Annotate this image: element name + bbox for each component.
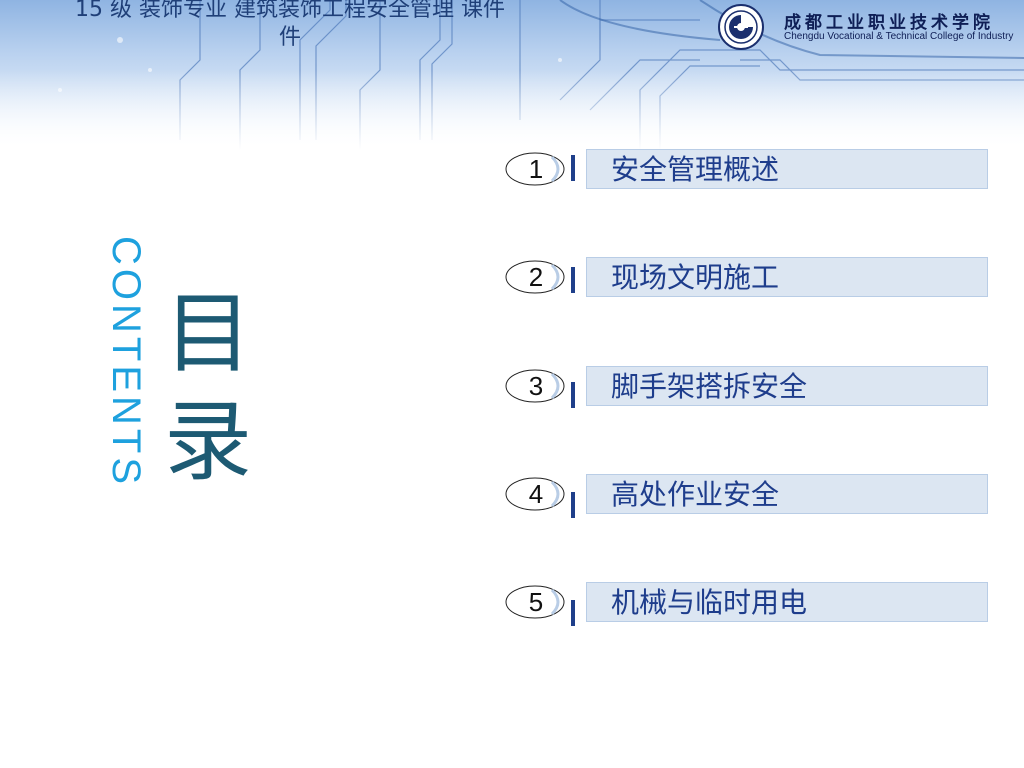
mulu-char-2: 录 [164, 390, 253, 493]
menu-label: 机械与临时用电 [611, 586, 808, 619]
mulu-char-1: 目 [164, 282, 253, 385]
school-logo: 成都工业职业技术学院 Chengdu Vocational & Technica… [718, 2, 1018, 50]
menu-label-box: 现场文明施工 [586, 257, 988, 297]
menu-item-2[interactable]: 2 现场文明施工 [500, 257, 990, 301]
menu-number: 5 [528, 587, 544, 617]
menu-number-badge: 1 [500, 149, 570, 193]
menu-marker [571, 600, 575, 626]
slide-title-line: 15 级 装饰专业 建筑装饰工程安全管理 课件 [75, 0, 505, 22]
slide: 15 级 装饰专业 建筑装饰工程安全管理 课件 件 成都工业职业技术学院 Che… [0, 0, 1024, 768]
school-name-en: Chengdu Vocational & Technical College o… [784, 31, 1014, 42]
menu-marker [571, 267, 575, 293]
menu-number: 2 [528, 262, 544, 292]
menu-number: 1 [528, 154, 544, 184]
menu-number-badge: 4 [500, 474, 570, 518]
header-fade [0, 70, 1024, 150]
menu-item-1[interactable]: 1 安全管理概述 [500, 149, 990, 193]
menu-item-5[interactable]: 5 机械与临时用电 [500, 582, 990, 626]
menu-label-box: 机械与临时用电 [586, 582, 988, 622]
slide-title-line-2: 件 [278, 25, 301, 50]
menu-number-badge: 5 [500, 582, 570, 626]
contents-heading-cn: 目 录 [164, 280, 254, 496]
menu-label-box: 高处作业安全 [586, 474, 988, 514]
menu-label: 脚手架搭拆安全 [611, 370, 808, 403]
menu-marker [571, 382, 575, 408]
menu-label: 现场文明施工 [611, 261, 780, 294]
menu-number-badge: 3 [500, 366, 570, 410]
menu-number: 3 [528, 371, 544, 401]
menu-item-3[interactable]: 3 脚手架搭拆安全 [500, 366, 990, 410]
menu-item-4[interactable]: 4 高处作业安全 [500, 474, 990, 518]
contents-heading-en: CONTENTS [104, 236, 148, 488]
menu-marker [571, 155, 575, 181]
menu-label: 安全管理概述 [611, 153, 780, 186]
menu-label: 高处作业安全 [611, 478, 780, 511]
slide-title: 15 级 装饰专业 建筑装饰工程安全管理 课件 件 [20, 0, 560, 52]
menu-number: 4 [528, 479, 544, 509]
menu-label-box: 安全管理概述 [586, 149, 988, 189]
menu-number-badge: 2 [500, 257, 570, 301]
school-emblem-icon [718, 4, 764, 50]
menu-marker [571, 492, 575, 518]
menu-label-box: 脚手架搭拆安全 [586, 366, 988, 406]
school-name-cn: 成都工业职业技术学院 [784, 13, 994, 33]
